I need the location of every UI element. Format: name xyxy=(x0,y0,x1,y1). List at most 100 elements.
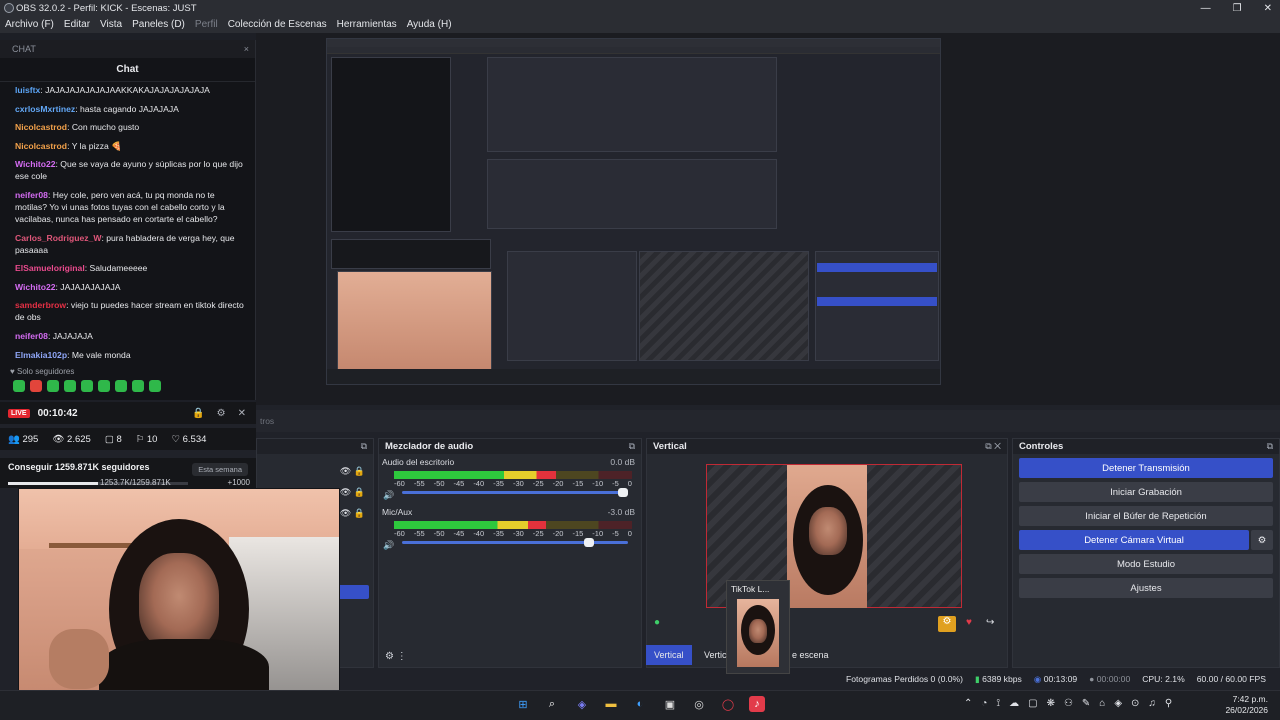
tiktok-icon[interactable]: ♪ xyxy=(749,696,765,712)
meter-tick-label: -30 xyxy=(512,479,524,488)
close-button[interactable]: ✕ xyxy=(1264,3,1272,14)
virtual-camera-settings-icon[interactable]: ⚙ xyxy=(1251,530,1273,550)
opera-icon[interactable]: ◯ xyxy=(720,696,736,712)
close-icon[interactable]: ✕ xyxy=(238,408,246,419)
chat-username[interactable]: neifer08 xyxy=(15,190,48,200)
menu-help[interactable]: Ayuda (H) xyxy=(407,19,452,30)
emote-icon[interactable] xyxy=(81,380,93,393)
meter-tick-label: -20 xyxy=(552,529,564,538)
obs-icon[interactable]: ◎ xyxy=(691,696,707,712)
settings-icon[interactable]: ⚙ xyxy=(217,408,226,419)
store-icon[interactable]: ▣ xyxy=(662,696,678,712)
mixer-settings-icon[interactable]: ⚙ ⋮ xyxy=(385,651,407,662)
tiktok-thumbnail xyxy=(737,599,779,667)
chat-username[interactable]: Nicolcastrod xyxy=(15,122,67,132)
heart-icon[interactable]: ♥ xyxy=(966,617,972,628)
chat-message: ElSamueloriginal: Saludameeeee xyxy=(15,263,148,274)
tab-vertical[interactable]: Vertical xyxy=(646,645,692,665)
menu-edit[interactable]: Editar xyxy=(64,19,90,30)
chat-username[interactable]: Elmakia102p xyxy=(15,350,67,360)
chat-message-list[interactable]: luisftx: JAJAJAJAJAJAJAAKKAKAJAJAJAJAJAJ… xyxy=(0,82,255,361)
emote-icon[interactable] xyxy=(115,380,127,393)
start-replay-buffer-button[interactable]: Iniciar el Búfer de Repetición xyxy=(1019,506,1273,526)
system-tray-icons[interactable]: ⌃◔⟟☁▢❋⚇✎⌂◈⊙♫⚲ xyxy=(964,698,1181,709)
chat-message: Nicolcastrod: Y la pizza 🍕 xyxy=(15,140,122,151)
search-icon[interactable]: ⌕ xyxy=(544,696,560,712)
emote-icon[interactable] xyxy=(30,380,42,393)
chat-message: neifer08: Hey cole, pero ven acá, tu pq … xyxy=(15,189,225,224)
title-bar: OBS 32.0.2 - Perfil: KICK - Escenas: JUS… xyxy=(0,0,1280,16)
slider-knob[interactable] xyxy=(618,488,628,497)
saves-stat: ▢ 8 xyxy=(104,433,122,445)
emote-icon[interactable] xyxy=(98,380,110,393)
menu-docks[interactable]: Paneles (D) xyxy=(132,19,185,30)
lock-icon[interactable]: 🔒 xyxy=(192,408,204,419)
maximize-button[interactable]: ❐ xyxy=(1233,3,1242,14)
chat-username[interactable]: Wichito22 xyxy=(15,159,56,169)
stream-status-icon[interactable]: ● xyxy=(654,617,668,631)
menu-file[interactable]: Archivo (F) xyxy=(5,19,54,30)
volume-slider[interactable] xyxy=(402,538,628,547)
settings-icon[interactable]: ⚙ xyxy=(938,616,956,632)
dock-menu-icon[interactable]: ⧉ ✕ xyxy=(985,441,1001,452)
studio-mode-button[interactable]: Modo Estudio xyxy=(1019,554,1273,574)
goal-period-button[interactable]: Esta semana xyxy=(192,463,248,476)
goal-delta: +1000 xyxy=(227,478,250,487)
selected-source-row[interactable] xyxy=(337,585,369,599)
menu-tools[interactable]: Herramientas xyxy=(337,19,397,30)
share-icon[interactable]: ↪ xyxy=(986,617,994,628)
tab-scene[interactable]: e escena xyxy=(784,645,837,665)
eye-icon[interactable]: 👁 🔒 xyxy=(340,482,365,503)
stop-virtual-camera-button[interactable]: Detener Cámara Virtual xyxy=(1019,530,1249,550)
gifts-stat: ⚐ 10 xyxy=(135,433,158,445)
settings-button[interactable]: Ajustes xyxy=(1019,578,1273,598)
meter-tick-label: -25 xyxy=(532,479,544,488)
emote-icon[interactable] xyxy=(64,380,76,393)
emote-icon[interactable] xyxy=(13,380,25,393)
chat-text: JAJAJAJAJAJAJAAKKAKAJAJAJAJAJAJA xyxy=(45,85,210,95)
speaker-icon[interactable]: 🔊 xyxy=(383,540,394,551)
chat-username[interactable]: luisftx xyxy=(15,85,40,95)
face-shape xyxy=(139,553,219,649)
slider-knob[interactable] xyxy=(584,538,595,547)
emote-row xyxy=(0,376,255,393)
close-icon[interactable]: × xyxy=(244,44,249,54)
meter-level xyxy=(394,521,547,529)
tiktok-popup[interactable]: TikTok L... xyxy=(726,580,790,674)
eye-icon[interactable]: 👁 🔒 xyxy=(340,503,365,524)
chat-username[interactable]: ElSamueloriginal xyxy=(15,263,85,273)
start-recording-button[interactable]: Iniciar Grabación xyxy=(1019,482,1273,502)
edge-icon[interactable]: ◐ xyxy=(632,696,648,712)
chat-username[interactable]: Nicolcastrod xyxy=(15,141,67,151)
scene-tab-label[interactable]: tros xyxy=(260,416,274,426)
speaker-icon[interactable]: 🔊 xyxy=(383,490,394,501)
dock-menu-icon[interactable]: ⧉ xyxy=(629,441,635,452)
stop-stream-button[interactable]: Detener Transmisión xyxy=(1019,458,1273,478)
chat-username[interactable]: neifer08 xyxy=(15,331,48,341)
volume-slider[interactable] xyxy=(402,488,628,497)
controls-header: Controles ⧉ xyxy=(1013,439,1279,454)
menu-view[interactable]: Vista xyxy=(100,19,122,30)
minimize-button[interactable]: — xyxy=(1201,3,1211,14)
dock-menu-icon[interactable]: ⧉ xyxy=(361,441,367,452)
menu-scene-collection[interactable]: Colección de Escenas xyxy=(228,19,327,30)
dock-menu-icon[interactable]: ⧉ xyxy=(1267,441,1273,452)
meter-tick-label: -35 xyxy=(493,529,504,538)
chat-username[interactable]: Wichito22 xyxy=(15,282,56,292)
bitrate-value: 6389 kbps xyxy=(982,673,1022,684)
copilot-icon[interactable]: ◈ xyxy=(574,696,590,712)
chat-username[interactable]: samderbrow xyxy=(15,300,66,310)
eye-icon[interactable]: 👁 🔒 xyxy=(340,461,365,482)
emote-icon[interactable] xyxy=(47,380,59,393)
system-clock[interactable]: 7:42 p.m. 26/02/2026 xyxy=(1225,694,1268,716)
chat-username[interactable]: Carlos_Rodriguez_W xyxy=(15,233,101,243)
file-explorer-icon[interactable]: ▬ xyxy=(603,696,619,712)
tab-vertical-2[interactable]: Vertic xyxy=(696,645,735,665)
menu-profile[interactable]: Perfil xyxy=(195,19,218,30)
window-controls: — ❐ ✕ xyxy=(1201,0,1272,16)
chat-username[interactable]: cxrlosMxrtinez xyxy=(15,104,75,114)
emote-icon[interactable] xyxy=(149,380,161,393)
emote-icon[interactable] xyxy=(132,380,144,393)
windows-start-icon[interactable]: ⊞ xyxy=(515,696,531,712)
stream-stats: 👥 295 👁 2.625 ▢ 8 ⚐ 10 ♡ 6.534 xyxy=(0,428,256,450)
